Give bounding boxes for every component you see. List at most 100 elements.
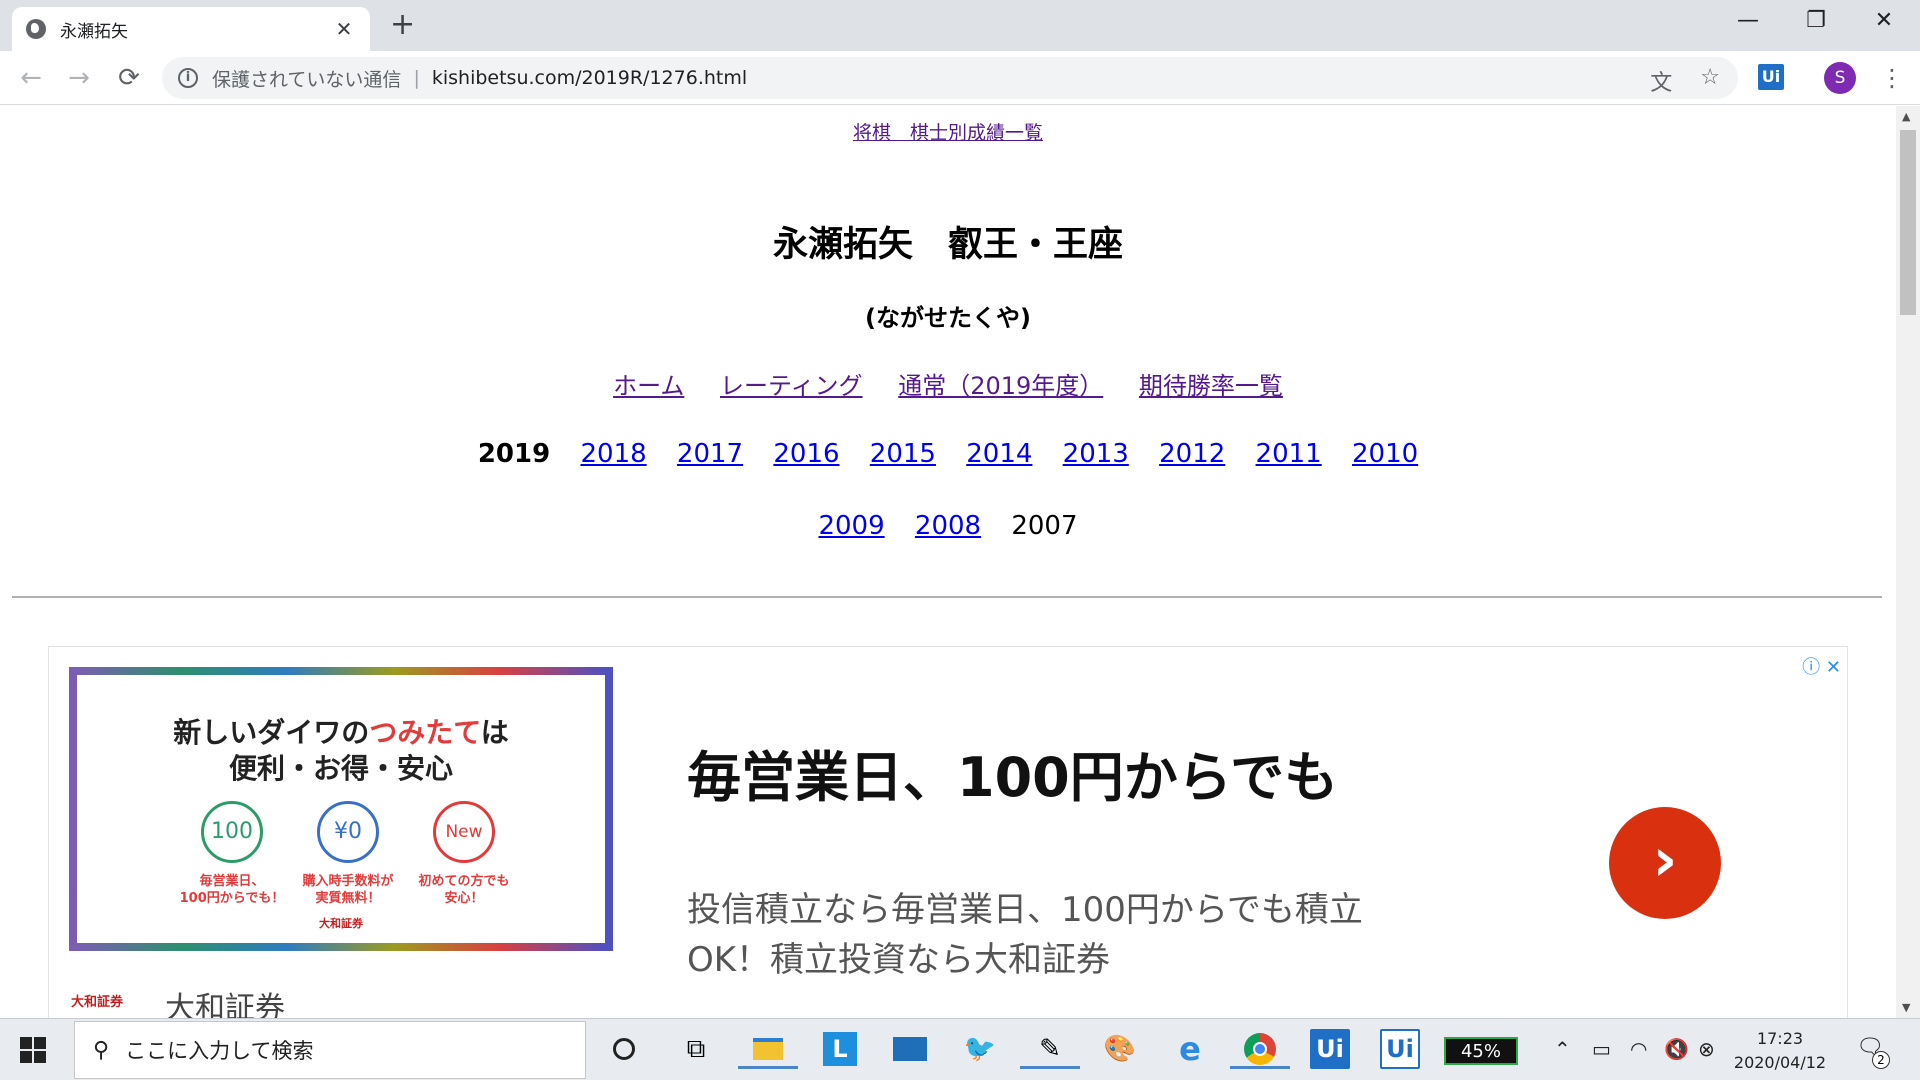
translate-icon[interactable]: 文 [1650,65,1672,97]
taskbar-search-placeholder: ここに入力して検索 [125,1039,314,1063]
advertisement[interactable]: ⓘ ✕ 新しいダイワのつみたては 便利・お得・安心 100 ¥0 New 毎営業… [48,646,1848,1018]
battery-percent-badge[interactable]: 45% [1444,1037,1518,1065]
menu-expected-win-rate[interactable]: 期待勝率一覧 [1139,372,1283,400]
notification-count-badge: 2 [1872,1051,1890,1069]
clock-time: 17:23 [1756,1029,1804,1048]
ad-info-icon[interactable]: ⓘ [1802,657,1820,678]
year-link[interactable]: 2017 [677,439,743,469]
year-link[interactable]: 2010 [1352,439,1418,469]
year-link[interactable]: 2015 [870,439,936,469]
profile-avatar[interactable]: S [1824,62,1856,94]
omnibox-actions: 文 ☆ [1650,65,1720,97]
year-link[interactable]: 2014 [966,439,1032,469]
ad-description-line1: 投信積立なら毎営業日、100円からでも積立 [687,890,1363,930]
internet-explorer-icon[interactable]: e [1170,1029,1210,1069]
uipath-robot-icon[interactable]: Ui [1380,1029,1420,1069]
paint-icon[interactable]: 🎨 [1100,1029,1140,1069]
site-header: 将棋 棋士別成績一覧 [0,118,1896,145]
ad-image-title-red: つみたて [369,716,481,749]
ad-image-title-line2: 便利・お得・安心 [228,752,453,785]
task-view-icon[interactable]: ⧉ [676,1029,716,1069]
year-link[interactable]: 2013 [1063,439,1129,469]
circle-zero-yen: ¥0 [317,801,379,863]
reload-button[interactable]: ⟳ [112,61,146,95]
insecure-label: 保護されていない通信 [212,68,402,91]
ad-cta-arrow-button[interactable]: › [1609,807,1721,919]
ad-image[interactable]: 新しいダイワのつみたては 便利・お得・安心 100 ¥0 New 毎営業日、 1… [69,667,613,951]
chrome-icon[interactable] [1230,1029,1290,1069]
tray-chevron-up-icon[interactable]: ⌃ [1554,1037,1571,1061]
ad-brand-logo: 大和証券 [71,995,124,1010]
launcher-l-icon[interactable]: L [820,1029,860,1069]
windows-start-icon[interactable] [20,1037,46,1063]
year-link[interactable]: 2018 [580,439,646,469]
file-explorer-icon[interactable] [738,1029,798,1069]
browser-tab[interactable]: 永瀬拓矢 ✕ [12,7,370,51]
system-clock[interactable]: 17:23 2020/04/12 [1730,1027,1830,1075]
tab-strip: 永瀬拓矢 ✕ + — ❐ ✕ [0,0,1920,51]
ad-image-title-pre: 新しいダイワの [173,716,370,749]
cortana-icon[interactable] [604,1029,644,1069]
tab-title: 永瀬拓矢 [60,21,128,42]
scrollbar-thumb[interactable] [1900,130,1916,315]
divider [12,596,1882,598]
menu-normal-2019[interactable]: 通常（2019年度） [898,372,1103,400]
wifi-icon[interactable]: ◠ [1630,1037,1647,1061]
address-bar[interactable]: i 保護されていない通信 | kishibetsu.com/2019R/1276… [162,57,1738,99]
scroll-up-arrow-icon[interactable]: ▲ [1902,110,1910,123]
web-page: 将棋 棋士別成績一覧 永瀬拓矢 叡王・王座 (ながせたくや) ホーム レーティン… [0,106,1896,1018]
uipath-studio-icon[interactable]: Ui [1310,1029,1350,1069]
taskbar-search-box[interactable]: ⚲ ここに入力して検索 [74,1021,586,1079]
back-button[interactable]: ← [14,61,48,95]
ad-close-icon[interactable]: ✕ [1826,657,1841,678]
ad-brand-name[interactable]: 大和証券 [165,983,285,1018]
year-link[interactable]: 2009 [818,511,884,541]
globe-icon [26,19,46,39]
menu-icon[interactable]: ⋮ [1880,61,1904,95]
browser-toolbar: ← → ⟳ i 保護されていない通信 | kishibetsu.com/2019… [0,51,1920,105]
url-text[interactable]: kishibetsu.com/2019R/1276.html [432,67,747,89]
search-icon: ⚲ [93,1037,110,1063]
windows-taskbar: ⚲ ここに入力して検索 ⧉ L 🐦 ✎ 🎨 e Ui Ui 45% ⌃ ▭ ◠ … [0,1018,1920,1080]
info-icon[interactable]: i [178,68,198,88]
top-site-link[interactable]: 将棋 棋士別成績一覧 [853,122,1043,144]
main-menu: ホーム レーティング 通常（2019年度） 期待勝率一覧 [0,366,1896,401]
restore-button[interactable]: ❐ [1796,8,1836,33]
menu-home[interactable]: ホーム [613,372,684,400]
clock-date: 2020/04/12 [1733,1053,1827,1072]
year-current: 2019 [477,439,551,469]
year-nav-row-2: 2009 2008 2007 [0,511,1896,541]
forward-button[interactable]: → [62,61,96,95]
close-window-button[interactable]: ✕ [1864,8,1904,33]
bird-app-icon[interactable]: 🐦 [960,1029,1000,1069]
ad-image-title-post: は [480,716,509,749]
year-link[interactable]: 2016 [773,439,839,469]
mail-icon[interactable] [890,1029,930,1069]
bookmark-star-icon[interactable]: ☆ [1700,65,1720,97]
volume-muted-icon[interactable]: 🔇 [1664,1037,1689,1061]
notepad-app-icon[interactable]: ✎ [1020,1029,1080,1069]
network-disconnected-icon[interactable]: ⊗ [1698,1037,1715,1061]
ad-image-title: 新しいダイワのつみたては 便利・お得・安心 [77,715,605,787]
new-tab-button[interactable]: + [390,10,415,40]
caption-new: 初めての方でも 安心！ [418,874,510,906]
scroll-down-arrow-icon[interactable]: ▼ [1902,1001,1910,1014]
ad-headline[interactable]: 毎営業日、100円からでも [687,733,1338,812]
vertical-scrollbar[interactable]: ▲ ▼ [1896,106,1920,1018]
player-kana: (ながせたくや) [865,304,1031,332]
minimize-button[interactable]: — [1728,8,1768,33]
year-plain: 2007 [1011,511,1078,541]
circle-new: New [433,801,495,863]
ad-controls: ⓘ ✕ [1802,653,1841,679]
year-link[interactable]: 2008 [915,511,981,541]
year-link[interactable]: 2011 [1256,439,1322,469]
year-link[interactable]: 2012 [1159,439,1225,469]
ad-description-line2: OK！積立投資なら大和証券 [687,940,1111,980]
launcher-l-label: L [823,1032,857,1066]
circle-100: 100 [201,801,263,863]
menu-rating[interactable]: レーティング [720,372,863,400]
uipath-extension-icon[interactable]: Ui [1758,64,1784,90]
player-title: 永瀬拓矢 叡王・王座 [772,225,1123,265]
tab-close-icon[interactable]: ✕ [332,17,356,41]
battery-icon[interactable]: ▭ [1592,1037,1611,1061]
